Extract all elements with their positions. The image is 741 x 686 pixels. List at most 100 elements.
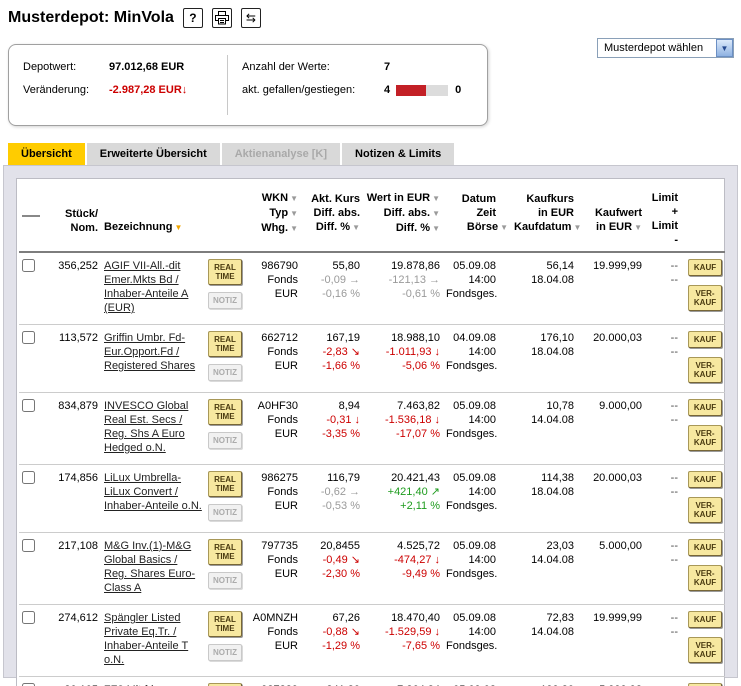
wkn-cell: 986790 Fonds EUR: [245, 252, 301, 325]
notiz-button[interactable]: NOTIZ: [208, 432, 242, 449]
col-header-bezeichnung[interactable]: Bezeichnung▼: [101, 187, 205, 252]
anzahl-label: Anzahl der Werte:: [242, 61, 384, 73]
wert-value: 4.525,72: [366, 539, 440, 553]
fund-name-link[interactable]: LiLux Umbrella-LiLux Convert / Inhaber-A…: [104, 472, 202, 512]
kauf-button[interactable]: KAUF: [688, 331, 722, 348]
fund-name-link[interactable]: M&G Inv.(1)-M&G Global Basics / Reg. Sha…: [104, 540, 195, 594]
row-checkbox[interactable]: [22, 259, 35, 272]
col-header-akt-kurs[interactable]: Akt. Kurs Diff. abs. Diff. %▼: [301, 187, 363, 252]
boerse-value: Fondsges.: [446, 359, 508, 373]
typ-value: Fonds: [248, 625, 298, 639]
wert-diff-abs: -121,13 →: [366, 273, 440, 287]
verkauf-button[interactable]: VER-KAUF: [688, 637, 722, 663]
row-checkbox[interactable]: [22, 471, 35, 484]
fallen-risen-bar: [396, 85, 448, 96]
row-checkbox[interactable]: [22, 611, 35, 624]
kauf-button[interactable]: KAUF: [688, 471, 722, 488]
verkauf-button[interactable]: VER-KAUF: [688, 357, 722, 383]
kurs-cell: 116,79 -0,62 → -0,53 %: [301, 465, 363, 533]
fund-name-link[interactable]: Spängler Listed Private Eq.Tr. / Inhaber…: [104, 612, 188, 666]
boerse-value: Fondsges.: [446, 287, 508, 301]
wert-value: 19.878,86: [366, 259, 440, 273]
notiz-button[interactable]: NOTIZ: [208, 644, 242, 661]
realtime-button[interactable]: REALTIME: [208, 259, 242, 285]
musterdepot-select[interactable]: Musterdepot wählen ▼: [597, 38, 734, 58]
print-icon[interactable]: [212, 8, 232, 28]
content-panel: Stück/Nom. Bezeichnung▼ WKN▼ Typ▼ Whg.▼ …: [3, 165, 738, 678]
chevron-down-icon[interactable]: ▼: [716, 39, 733, 57]
limit-plus-value: --: [648, 331, 678, 345]
fund-name-link[interactable]: Griffin Umbr. Fd-Eur.Opport.Fd / Registe…: [104, 332, 195, 372]
limit-minus-value: --: [648, 273, 678, 287]
sort-icon: ▼: [432, 224, 440, 233]
col-header-datum[interactable]: Datum Zeit Börse▼: [443, 187, 511, 252]
wert-cell: 18.988,10 -1.011,93 ↓ -5,06 %: [363, 325, 443, 393]
qty-cell: 113,572: [49, 325, 101, 393]
trend-arrow-icon: ↘: [351, 554, 360, 566]
boerse-value: Fondsges.: [446, 499, 508, 513]
realtime-button[interactable]: REALTIME: [208, 471, 242, 497]
trend-arrow-icon: →: [349, 274, 360, 286]
trend-arrow-icon: ↗: [431, 486, 440, 498]
limit-plus-value: --: [648, 611, 678, 625]
kaufdatum-value: 14.04.08: [514, 553, 574, 567]
kaufwert-cell: 5.000,00: [577, 533, 645, 605]
col-header-wkn[interactable]: WKN▼ Typ▼ Whg.▼: [245, 187, 301, 252]
notiz-button[interactable]: NOTIZ: [208, 572, 242, 589]
kaufkurs-cell: 199,30 14.08.08: [511, 677, 577, 686]
kauf-button[interactable]: KAUF: [688, 611, 722, 628]
realtime-button[interactable]: REALTIME: [208, 399, 242, 425]
verkauf-button[interactable]: VER-KAUF: [688, 285, 722, 311]
help-icon[interactable]: ?: [183, 8, 203, 28]
col-header-kaufkurs[interactable]: Kaufkurs in EUR Kaufdatum▼: [511, 187, 577, 252]
kurs-value: 167,19: [304, 331, 360, 345]
kaufkurs-value: 176,10: [514, 331, 574, 345]
kauf-button[interactable]: KAUF: [688, 259, 722, 276]
notiz-button[interactable]: NOTIZ: [208, 364, 242, 381]
table-row: 217,108 M&G Inv.(1)-M&G Global Basics / …: [19, 533, 725, 605]
limit-cell: -- --: [645, 325, 681, 393]
wkn-cell: 797735 Fonds EUR: [245, 533, 301, 605]
notiz-button[interactable]: NOTIZ: [208, 504, 242, 521]
wkn-value: 797735: [248, 539, 298, 553]
wert-diff-pct: -9,49 %: [366, 567, 440, 581]
tab-aktienanalyse: Aktienanalyse [K]: [222, 143, 340, 165]
row-checkbox[interactable]: [22, 539, 35, 552]
boerse-value: Fondsges.: [446, 567, 508, 581]
typ-value: Fonds: [248, 413, 298, 427]
limit-cell: -- --: [645, 393, 681, 465]
verkauf-button[interactable]: VER-KAUF: [688, 565, 722, 591]
tab-notizen-limits[interactable]: Notizen & Limits: [342, 143, 454, 165]
kauf-button[interactable]: KAUF: [688, 539, 722, 556]
wert-cell: 7.463,82 -1.536,18 ↓ -17,07 %: [363, 393, 443, 465]
realtime-button[interactable]: REALTIME: [208, 611, 242, 637]
table-row: 356,252 AGIF VII-All.-dit Emer.Mkts Bd /…: [19, 252, 725, 325]
kurs-diff-pct: -3,35 %: [304, 427, 360, 441]
tab-erweiterte-uebersicht[interactable]: Erweiterte Übersicht: [87, 143, 220, 165]
wert-diff-pct: -17,07 %: [366, 427, 440, 441]
kauf-button[interactable]: KAUF: [688, 399, 722, 416]
tab-uebersicht[interactable]: Übersicht: [8, 143, 85, 165]
datum-value: 05.09.08: [446, 259, 508, 273]
limit-plus-value: --: [648, 259, 678, 273]
kaufdatum-value: 14.04.08: [514, 625, 574, 639]
fund-name-link[interactable]: INVESCO Global Real Est. Secs / Reg. Shs…: [104, 400, 188, 454]
boerse-value: Fondsges.: [446, 639, 508, 653]
col-header-wert[interactable]: Wert in EUR▼ Diff. abs.▼ Diff. %▼: [363, 187, 443, 252]
notiz-button[interactable]: NOTIZ: [208, 292, 242, 309]
wert-value: 20.421,43: [366, 471, 440, 485]
kaufdatum-value: 18.04.08: [514, 485, 574, 499]
col-header-kaufwert[interactable]: Kaufwert in EUR▼: [577, 187, 645, 252]
typ-value: Fonds: [248, 553, 298, 567]
verkauf-button[interactable]: VER-KAUF: [688, 425, 722, 451]
dash-icon[interactable]: [22, 215, 40, 217]
realtime-button[interactable]: REALTIME: [208, 331, 242, 357]
refresh-icon[interactable]: ⇆: [241, 8, 261, 28]
verkauf-button[interactable]: VER-KAUF: [688, 497, 722, 523]
row-checkbox[interactable]: [22, 331, 35, 344]
whg-value: EUR: [248, 287, 298, 301]
realtime-button[interactable]: REALTIME: [208, 539, 242, 565]
fund-name-link[interactable]: AGIF VII-All.-dit Emer.Mkts Bd / Inhaber…: [104, 260, 188, 314]
row-checkbox[interactable]: [22, 399, 35, 412]
wert-diff-pct: -5,06 %: [366, 359, 440, 373]
